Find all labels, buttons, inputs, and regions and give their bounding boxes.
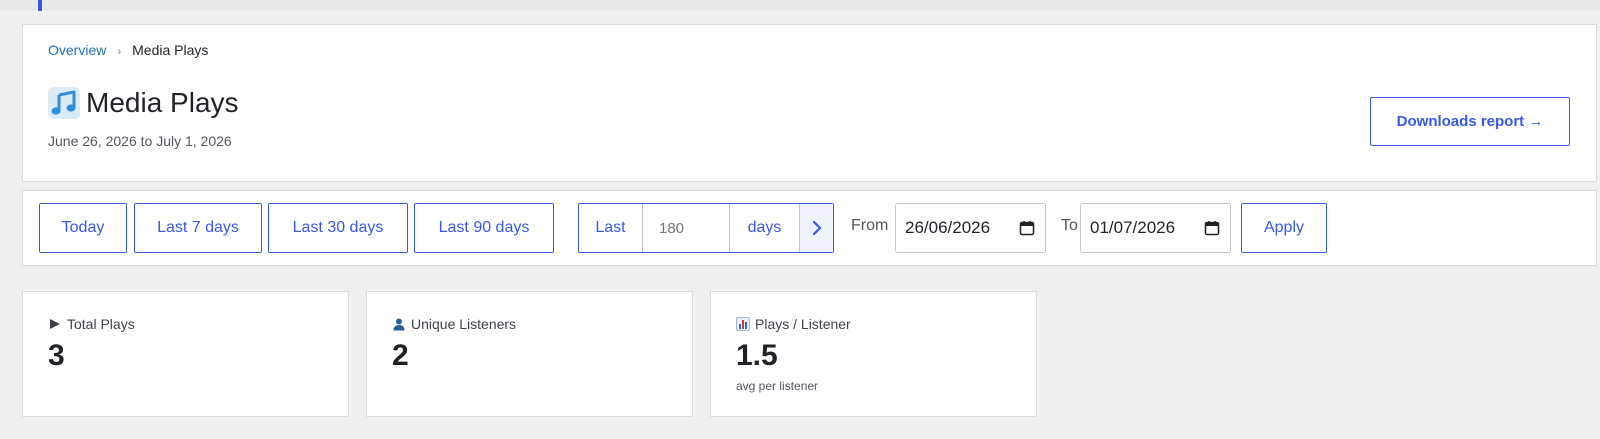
custom-days-input[interactable] xyxy=(643,204,730,252)
breadcrumb: Overview › Media Plays xyxy=(48,42,208,58)
downloads-report-button[interactable]: Downloads report → xyxy=(1370,97,1570,146)
stat-label: Total Plays xyxy=(48,316,135,332)
breadcrumb-current: Media Plays xyxy=(132,42,209,58)
calendar-icon[interactable] xyxy=(1204,220,1220,236)
stat-value: 3 xyxy=(48,339,65,372)
to-date-value: 01/07/2026 xyxy=(1090,218,1176,237)
custom-range-go-button[interactable] xyxy=(800,204,833,252)
header-panel: Overview › Media Plays Media Plays June … xyxy=(22,24,1597,182)
top-strip xyxy=(0,0,1600,11)
to-label: To xyxy=(1061,217,1078,234)
preset-last-30-days-button[interactable]: Last 30 days xyxy=(268,203,408,253)
from-date-value: 26/06/2026 xyxy=(905,218,991,237)
custom-range-group: Last days xyxy=(578,203,834,253)
apply-button[interactable]: Apply xyxy=(1241,203,1327,253)
custom-range-unit: days xyxy=(730,204,800,252)
page-title: Media Plays xyxy=(48,87,239,119)
stat-card-plays-per-listener: Plays / Listener 1.5 avg per listener xyxy=(710,291,1037,417)
stat-card-unique-listeners: Unique Listeners 2 xyxy=(366,291,693,417)
calendar-icon[interactable] xyxy=(1019,220,1035,236)
stat-label: Plays / Listener xyxy=(736,316,851,332)
user-icon xyxy=(393,318,405,331)
stat-label-text: Unique Listeners xyxy=(411,316,517,332)
preset-today-button[interactable]: Today xyxy=(39,203,127,253)
from-label: From xyxy=(851,217,889,234)
to-date-input[interactable]: 01/07/2026 xyxy=(1080,203,1231,253)
preset-last-7-days-button[interactable]: Last 7 days xyxy=(134,203,262,253)
stat-label-text: Plays / Listener xyxy=(755,316,851,332)
music-note-icon xyxy=(48,87,80,119)
breadcrumb-overview-link[interactable]: Overview xyxy=(48,42,106,58)
stat-label: Unique Listeners xyxy=(392,316,516,332)
chevron-right-icon xyxy=(812,220,821,236)
preset-last-90-days-button[interactable]: Last 90 days xyxy=(414,203,554,253)
stat-value: 2 xyxy=(392,339,409,372)
bar-chart-icon xyxy=(736,317,750,331)
page-title-text: Media Plays xyxy=(86,87,239,118)
filter-panel: Today Last 7 days Last 30 days Last 90 d… xyxy=(22,190,1597,266)
stat-card-total-plays: Total Plays 3 xyxy=(22,291,349,417)
stat-subtext: avg per listener xyxy=(736,379,819,393)
from-date-input[interactable]: 26/06/2026 xyxy=(895,203,1046,253)
accent-bar xyxy=(38,0,42,11)
breadcrumb-separator: › xyxy=(117,44,122,58)
custom-range-prefix: Last xyxy=(579,204,643,252)
stat-value: 1.5 xyxy=(736,339,778,372)
stat-label-text: Total Plays xyxy=(67,316,135,332)
play-icon xyxy=(50,319,60,329)
date-range-text: June 26, 2026 to July 1, 2026 xyxy=(48,133,232,149)
